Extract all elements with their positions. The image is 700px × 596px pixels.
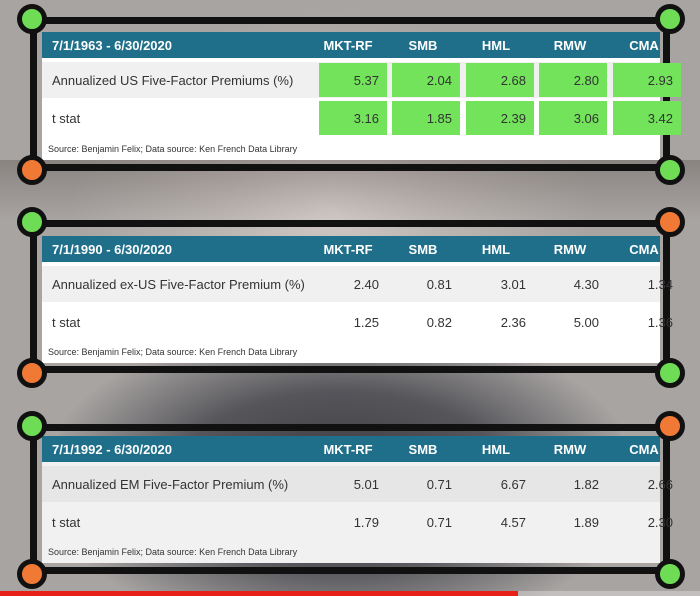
cell-value: 1.36: [647, 314, 673, 330]
cell-value: 0.71: [426, 476, 452, 492]
cell-value: 4.57: [500, 514, 526, 530]
cell-value: 1.25: [353, 314, 379, 330]
cell-value: 2.80: [539, 63, 607, 97]
cell-value: 2.36: [500, 314, 526, 330]
table-header: 7/1/1963 - 6/30/2020 MKT-RF SMB HML RMW …: [42, 32, 660, 58]
col-rmw: RMW: [553, 441, 587, 457]
table-us: 7/1/1963 - 6/30/2020 MKT-RF SMB HML RMW …: [42, 32, 681, 160]
col-rmw: RMW: [553, 37, 587, 53]
table-row: t stat 1.79 0.71 4.57 1.89 2.30: [42, 504, 673, 540]
row-label: t stat: [52, 514, 81, 530]
table-ex-us: 7/1/1990 - 6/30/2020 MKT-RF SMB HML RMW …: [42, 236, 673, 363]
corner-handle-green[interactable]: [655, 4, 685, 34]
table-header: 7/1/1992 - 6/30/2020 MKT-RF SMB HML RMW …: [42, 436, 660, 462]
col-cma: CMA: [629, 241, 659, 257]
col-hml: HML: [481, 441, 511, 457]
corner-handle-orange[interactable]: [655, 411, 685, 441]
table-row: t stat 1.25 0.82 2.36 5.00 1.36: [42, 304, 673, 340]
corner-handle-green[interactable]: [17, 207, 47, 237]
cell-value: 6.67: [500, 476, 526, 492]
cell-value: 4.30: [573, 276, 599, 292]
col-smb: SMB: [408, 37, 438, 53]
cell-value: 2.30: [647, 514, 673, 530]
corner-handle-green[interactable]: [17, 411, 47, 441]
corner-handle-orange[interactable]: [17, 155, 47, 185]
col-cma: CMA: [629, 37, 659, 53]
cell-value: 3.42: [613, 101, 681, 135]
cell-value: 2.68: [466, 63, 534, 97]
cell-value: 3.06: [539, 101, 607, 135]
cell-value: 3.01: [500, 276, 526, 292]
table-row: Annualized ex-US Five-Factor Premium (%)…: [42, 266, 673, 302]
table-row: Annualized US Five-Factor Premiums (%) 5…: [42, 62, 681, 98]
cell-value: 5.37: [319, 63, 387, 97]
col-mkt-rf: MKT-RF: [323, 241, 373, 257]
video-progress-bar[interactable]: [0, 591, 700, 596]
period-label: 7/1/1963 - 6/30/2020: [52, 37, 172, 53]
row-label: Annualized ex-US Five-Factor Premium (%): [52, 276, 305, 292]
col-rmw: RMW: [553, 241, 587, 257]
period-label: 7/1/1992 - 6/30/2020: [52, 441, 172, 457]
row-label: t stat: [52, 110, 81, 126]
corner-handle-green[interactable]: [655, 559, 685, 589]
row-label: Annualized EM Five-Factor Premium (%): [52, 476, 289, 492]
table-em: 7/1/1992 - 6/30/2020 MKT-RF SMB HML RMW …: [42, 436, 673, 563]
cell-value: 1.89: [573, 514, 599, 530]
corner-handle-green[interactable]: [17, 4, 47, 34]
col-smb: SMB: [408, 241, 438, 257]
col-cma: CMA: [629, 441, 659, 457]
corner-handle-green[interactable]: [655, 155, 685, 185]
cell-value: 0.82: [426, 314, 452, 330]
col-hml: HML: [481, 37, 511, 53]
cell-value: 1.82: [573, 476, 599, 492]
cell-value: 3.16: [319, 101, 387, 135]
corner-handle-green[interactable]: [655, 358, 685, 388]
cell-value: 1.79: [353, 514, 379, 530]
cell-value: 2.40: [353, 276, 379, 292]
col-mkt-rf: MKT-RF: [323, 441, 373, 457]
source-note: Source: Benjamin Felix; Data source: Ken…: [48, 347, 298, 357]
cell-value: 5.01: [353, 476, 379, 492]
corner-handle-orange[interactable]: [17, 559, 47, 589]
cell-value: 0.71: [426, 514, 452, 530]
source-note: Source: Benjamin Felix; Data source: Ken…: [48, 144, 298, 154]
corner-handle-orange[interactable]: [17, 358, 47, 388]
col-smb: SMB: [408, 441, 438, 457]
col-mkt-rf: MKT-RF: [323, 37, 373, 53]
cell-value: 1.85: [392, 101, 460, 135]
col-hml: HML: [481, 241, 511, 257]
cell-value: 2.04: [392, 63, 460, 97]
table-row: Annualized EM Five-Factor Premium (%) 5.…: [42, 466, 673, 502]
corner-handle-orange[interactable]: [655, 207, 685, 237]
table-header: 7/1/1990 - 6/30/2020 MKT-RF SMB HML RMW …: [42, 236, 660, 262]
cell-value: 2.93: [613, 63, 681, 97]
row-label: t stat: [52, 314, 81, 330]
cell-value: 5.00: [573, 314, 599, 330]
video-progress-fill: [0, 591, 518, 596]
source-note: Source: Benjamin Felix; Data source: Ken…: [48, 547, 298, 557]
cell-value: 0.81: [426, 276, 452, 292]
cell-value: 2.39: [466, 101, 534, 135]
table-row: t stat 3.16 1.85 2.39 3.06 3.42: [42, 100, 681, 136]
cell-value: 1.34: [647, 276, 673, 292]
row-label: Annualized US Five-Factor Premiums (%): [52, 72, 294, 88]
period-label: 7/1/1990 - 6/30/2020: [52, 241, 172, 257]
cell-value: 2.66: [647, 476, 673, 492]
